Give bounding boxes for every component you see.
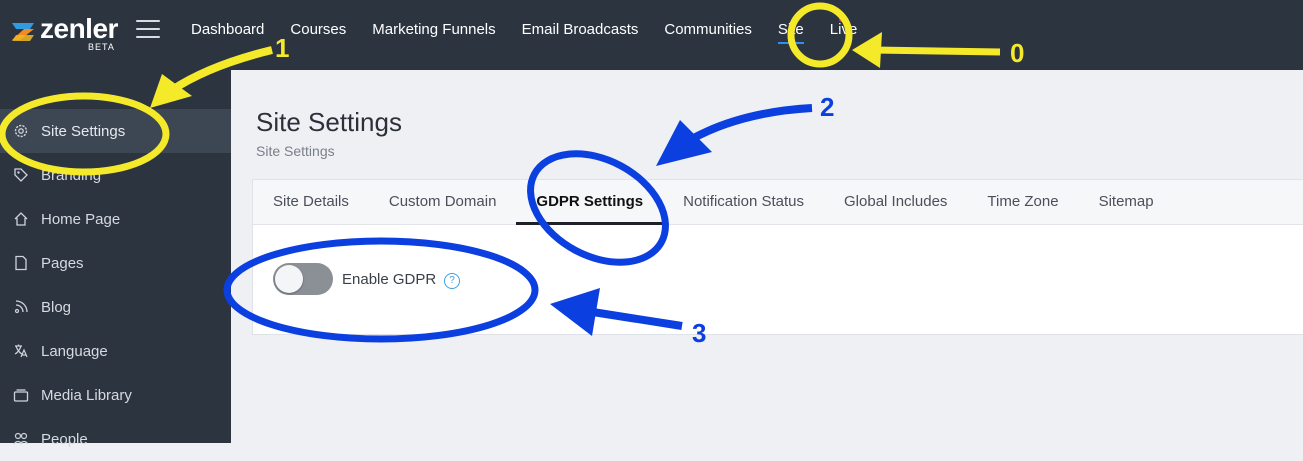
nav-courses[interactable]: Courses (277, 0, 359, 60)
sidebar-item-branding[interactable]: Branding (0, 153, 231, 197)
tab-custom-domain[interactable]: Custom Domain (369, 180, 517, 224)
breadcrumb: Site Settings (256, 143, 335, 159)
annotation-label-0: 0 (1010, 38, 1025, 68)
settings-tabs: Site Details Custom Domain GDPR Settings… (253, 180, 1303, 225)
gear-icon (11, 121, 31, 141)
sidebar-item-label: Site Settings (41, 122, 126, 140)
nav-communities[interactable]: Communities (651, 0, 765, 60)
sidebar-item-site-settings[interactable]: Site Settings (0, 109, 231, 153)
nav-live-label: Live (829, 21, 858, 38)
nav-marketing-funnels[interactable]: Marketing Funnels (359, 0, 508, 60)
sidebar-item-pages[interactable]: Pages (0, 241, 231, 285)
nav-email-broadcasts[interactable]: Email Broadcasts (509, 0, 652, 60)
toggle-knob (275, 265, 303, 293)
tab-sitemap[interactable]: Sitemap (1079, 180, 1174, 224)
zenler-logo[interactable]: zenler BETA (8, 12, 128, 58)
translate-icon (11, 341, 31, 361)
sidebar-item-people[interactable]: People (0, 417, 231, 461)
top-navigation-bar: zenler BETA Dashboard Courses Marketing … (0, 0, 1303, 70)
tab-site-details[interactable]: Site Details (253, 180, 369, 224)
nav-dashboard[interactable]: Dashboard (178, 0, 277, 60)
media-icon (11, 385, 31, 405)
sidebar-item-home-page[interactable]: Home Page (0, 197, 231, 241)
sidebar-item-blog[interactable]: Blog (0, 285, 231, 329)
page-icon (11, 253, 31, 273)
people-icon (11, 429, 31, 449)
sidebar-item-label: Blog (41, 298, 72, 316)
sidebar-item-label: Home Page (41, 210, 121, 228)
sidebar-item-label: People (41, 430, 88, 448)
sidebar-item-language[interactable]: Language (0, 329, 231, 373)
sidebar-item-label: Media Library (41, 386, 132, 404)
sidebar-item-label: Language (41, 342, 108, 360)
annotation-label-1: 1 (275, 33, 290, 63)
help-icon[interactable]: ? (444, 273, 460, 289)
enable-gdpr-toggle[interactable] (273, 263, 333, 295)
annotation-arrow-2 (656, 104, 813, 166)
annotation-label-3: 3 (692, 318, 707, 348)
beta-badge: BETA (88, 42, 115, 52)
rss-icon (11, 297, 31, 317)
live-indicator-dot (838, 17, 844, 22)
annotation-label-2: 2 (820, 92, 835, 122)
sidebar-item-media-library[interactable]: Media Library (0, 373, 231, 417)
sidebar: Site Settings Branding Home Page Pages B… (0, 70, 231, 448)
zenler-logo-icon (12, 23, 34, 41)
menu-toggle-icon[interactable] (136, 20, 160, 40)
tab-notification-status[interactable]: Notification Status (663, 180, 824, 224)
sidebar-item-label: Branding (41, 166, 102, 184)
settings-panel: Site Details Custom Domain GDPR Settings… (252, 179, 1303, 335)
nav-live[interactable]: Live (817, 0, 871, 60)
logo-text: zenler (40, 13, 118, 44)
home-icon (11, 209, 31, 229)
tab-global-includes[interactable]: Global Includes (824, 180, 967, 224)
sidebar-item-label: Pages (41, 254, 84, 272)
tab-gdpr-settings[interactable]: GDPR Settings (516, 180, 663, 225)
page-title: Site Settings (256, 107, 402, 137)
tag-icon (11, 165, 31, 185)
tab-time-zone[interactable]: Time Zone (967, 180, 1078, 224)
enable-gdpr-label: Enable GDPR (342, 271, 437, 288)
nav-site[interactable]: Site (765, 0, 817, 60)
